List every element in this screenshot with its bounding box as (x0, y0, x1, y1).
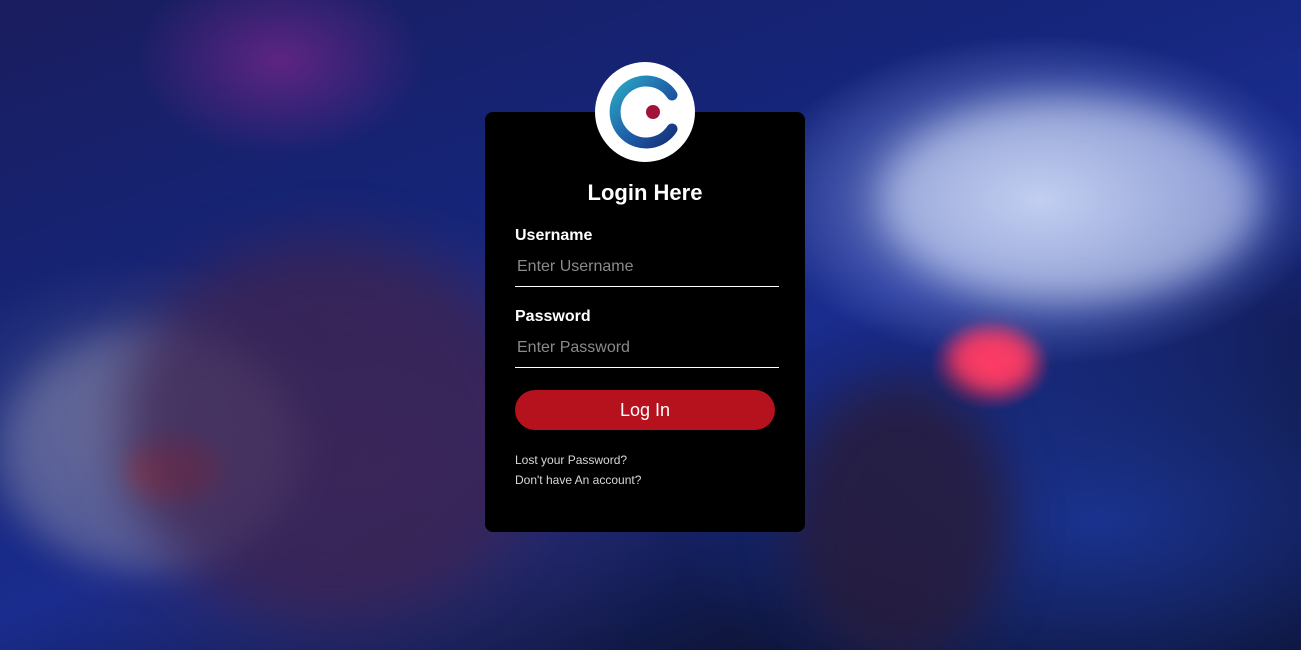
lost-password-link[interactable]: Lost your Password? (515, 453, 627, 467)
login-title: Login Here (587, 180, 703, 205)
blurred-hand-shadow (790, 380, 1010, 650)
logo (595, 62, 695, 162)
signup-link[interactable]: Don't have An account? (515, 473, 641, 487)
blurred-red-light (950, 330, 1035, 390)
username-input[interactable] (515, 247, 779, 287)
password-input[interactable] (515, 328, 779, 368)
blurred-hand (120, 240, 540, 620)
login-card: Login Here Username Password Log In Lost… (485, 112, 805, 532)
blurred-screen-glow (880, 100, 1260, 300)
login-button[interactable]: Log In (515, 390, 775, 430)
username-label: Username (515, 227, 593, 244)
brand-c-logo-icon (609, 75, 678, 149)
password-label: Password (515, 308, 591, 325)
